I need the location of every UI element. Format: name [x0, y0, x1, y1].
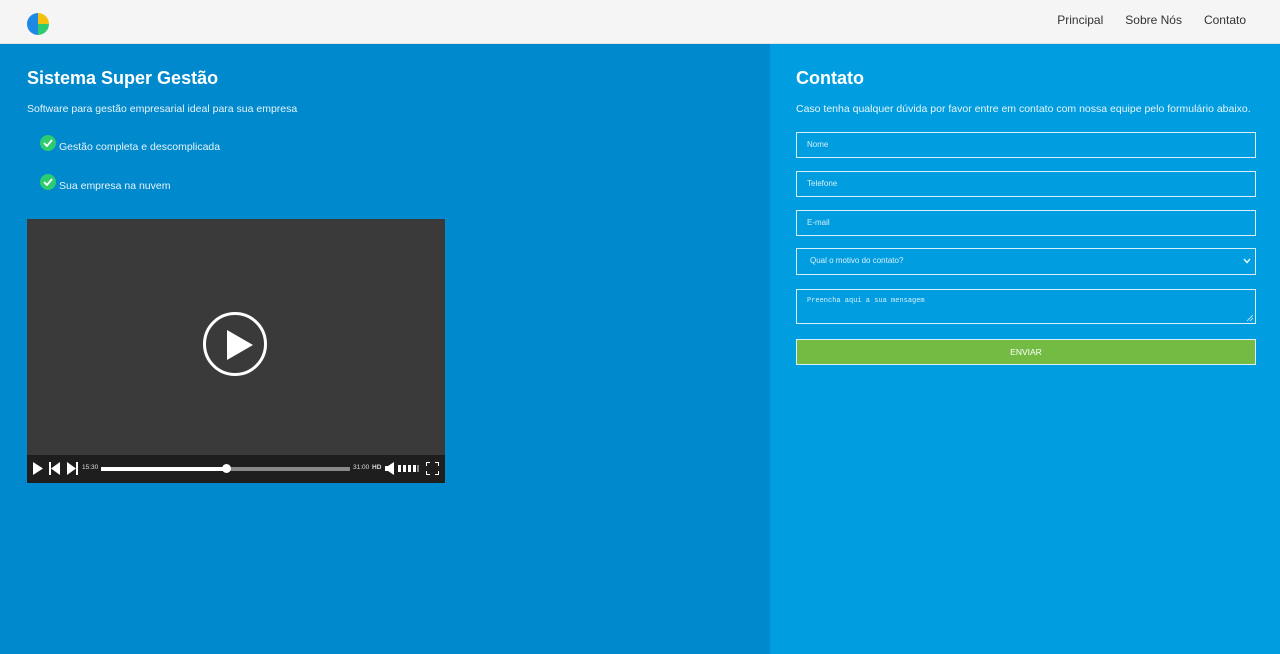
seek-progress [101, 467, 226, 471]
big-play-button[interactable] [203, 312, 267, 376]
total-time: 31:00 [353, 464, 370, 471]
message-textarea[interactable]: Preencha aqui a sua mensagem [796, 289, 1256, 324]
nav-link-sobre-nos[interactable]: Sobre Nós [1125, 13, 1182, 27]
feature-item: Sua empresa na nuvem [40, 174, 170, 192]
check-circle-icon [40, 135, 56, 151]
hero-subtitle: Software para gestão empresarial ideal p… [27, 103, 298, 115]
video-controls: 15:30 31:00 HD [27, 455, 445, 483]
check-circle-icon [40, 174, 56, 190]
contact-subtitle: Caso tenha qualquer dúvida por favor ent… [796, 103, 1251, 115]
name-field[interactable]: Nome [796, 132, 1256, 158]
volume-level-icon[interactable] [398, 465, 420, 472]
main-nav: Principal Sobre Nós Contato [1057, 13, 1246, 27]
chevron-down-icon [1243, 258, 1251, 264]
phone-field[interactable]: Telefone [796, 171, 1256, 197]
contact-reason-select[interactable]: Qual o motivo do contato? [796, 248, 1256, 275]
pie-chart-logo-icon[interactable] [27, 13, 49, 35]
feature-label: Gestão completa e descomplicada [59, 141, 221, 153]
resize-grip-icon[interactable] [1247, 315, 1253, 321]
contact-panel: Contato Caso tenha qualquer dúvida por f… [770, 44, 1280, 654]
video-player[interactable]: 15:30 31:00 HD [27, 219, 445, 483]
seek-bar[interactable] [101, 464, 350, 473]
nav-link-contato[interactable]: Contato [1204, 13, 1246, 27]
message-placeholder: Preencha aqui a sua mensagem [807, 297, 925, 305]
play-icon[interactable] [33, 462, 43, 475]
quality-badge[interactable]: HD [372, 464, 381, 471]
contact-title: Contato [796, 68, 864, 88]
feature-item: Gestão completa e descomplicada [40, 135, 220, 153]
skip-back-icon[interactable] [49, 462, 60, 475]
send-button[interactable]: ENVIAR [796, 339, 1256, 365]
current-time: 15:30 [82, 464, 99, 471]
fullscreen-icon[interactable] [426, 462, 439, 475]
top-navbar: Principal Sobre Nós Contato [0, 0, 1280, 44]
seek-handle[interactable] [221, 464, 231, 473]
volume-icon[interactable] [385, 462, 395, 475]
contact-reason-value: Qual o motivo do contato? [810, 256, 904, 265]
skip-forward-icon[interactable] [67, 462, 78, 475]
feature-label: Sua empresa na nuvem [59, 180, 171, 192]
nav-link-principal[interactable]: Principal [1057, 13, 1103, 27]
hero-title: Sistema Super Gestão [27, 68, 219, 88]
hero-panel: Sistema Super Gestão Software para gestã… [0, 44, 770, 654]
email-field[interactable]: E-mail [796, 210, 1256, 236]
